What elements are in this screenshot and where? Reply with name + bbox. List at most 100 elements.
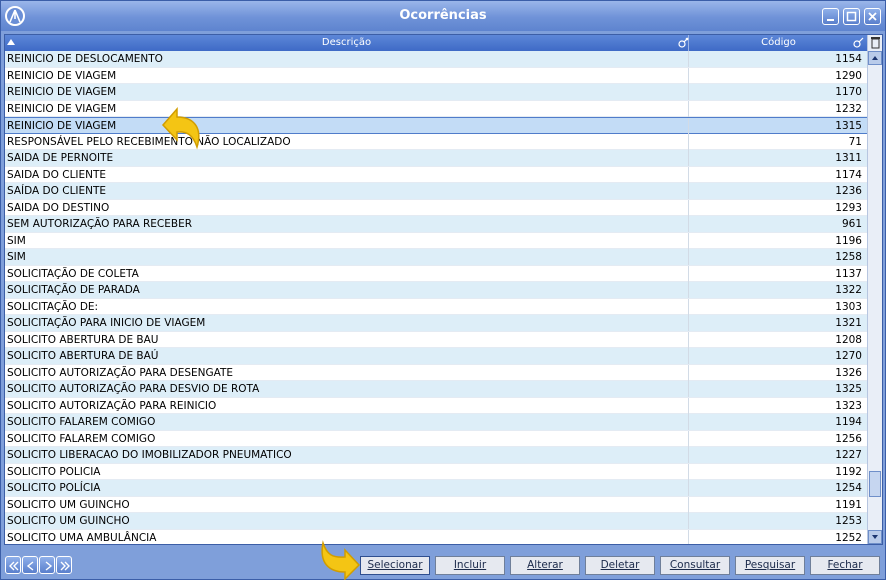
minimize-button[interactable] (822, 8, 839, 25)
cell-descricao: SOLICITO AUTORIZAÇÃO PARA DESVIO DE ROTA (7, 381, 689, 397)
table-row[interactable]: SOLICITO UM GUINCHO 1253 (5, 513, 867, 530)
maximize-button[interactable] (843, 8, 860, 25)
cell-codigo: 1322 (835, 284, 862, 296)
nav-first-button[interactable] (5, 556, 21, 574)
title-bar[interactable]: Ocorrências (1, 1, 885, 31)
cell-descricao: SOLICITO UM GUINCHO (7, 513, 689, 529)
cell-descricao: SOLICITO AUTORIZAÇÃO PARA DESENGATE (7, 364, 689, 381)
cell-descricao: SOLICITAÇÃO PARA INICIO DE VIAGEM (7, 315, 689, 331)
table-row[interactable]: SOLICITO UM GUINCHO 1191 (5, 496, 867, 513)
table-row[interactable]: SOLICITO AUTORIZAÇÃO PARA DESENGATE 1326 (5, 364, 867, 381)
consultar-button[interactable]: Consultar (660, 556, 730, 575)
filter-icon[interactable] (677, 37, 689, 49)
cell-codigo: 961 (841, 218, 862, 230)
nav-last-button[interactable] (56, 556, 72, 574)
scroll-thumb[interactable] (869, 471, 881, 497)
sort-asc-icon[interactable] (7, 39, 15, 45)
double-chevron-right-icon (60, 561, 70, 571)
cell-codigo: 1256 (835, 432, 862, 445)
table-row[interactable]: SIM 1196 (5, 232, 867, 249)
cell-codigo: 1174 (835, 168, 862, 181)
window-title: Ocorrências (399, 8, 487, 23)
cell-descricao: REINICIO DE VIAGEM (7, 67, 689, 84)
cell-codigo: 1325 (835, 383, 862, 395)
table-row[interactable]: REINICIO DE VIAGEM 1315 (5, 117, 867, 134)
column-header-codigo[interactable]: Código (690, 35, 867, 51)
pointer-arrow-icon (321, 540, 361, 580)
table-row[interactable]: SOLICITO FALAREM COMIGO 1256 (5, 430, 867, 447)
column-header-codigo-label: Código (761, 37, 796, 48)
cell-descricao: SOLICITAÇÃO DE PARADA (7, 282, 689, 298)
cell-descricao: SAIDA DE PERNOITE (7, 150, 689, 166)
table-row[interactable]: SOLICITAÇÃO DE: 1303 (5, 298, 867, 315)
close-button[interactable] (864, 8, 881, 25)
table-row[interactable]: SOLICITO AUTORIZAÇÃO PARA REINICIO 1323 (5, 397, 867, 414)
cell-descricao: SOLICITO FALAREM COMIGO (7, 414, 689, 430)
scroll-down-button[interactable] (868, 530, 882, 544)
nav-previous-button[interactable] (22, 556, 38, 574)
cell-codigo: 1323 (835, 399, 862, 412)
alterar-button[interactable]: Alterar (510, 556, 580, 575)
triangle-right-icon (45, 561, 53, 571)
fechar-button[interactable]: Fechar (810, 556, 880, 575)
cell-codigo: 1154 (835, 53, 862, 65)
ocorrencias-grid[interactable]: Descrição Código REINICIO DE DESLOCAMENT… (4, 34, 883, 545)
table-row[interactable]: SOLICITO FALAREM COMIGO 1194 (5, 414, 867, 431)
cell-descricao: SOLICITO POLÍCIA (7, 480, 689, 496)
cell-codigo: 1236 (835, 185, 862, 197)
table-row[interactable]: SEM AUTORIZAÇÃO PARA RECEBER 961 (5, 216, 867, 233)
deletar-button[interactable]: Deletar (585, 556, 655, 575)
table-row[interactable]: SOLICITO UMA AMBULÂNCIA 1252 (5, 529, 867, 544)
triangle-left-icon (26, 561, 34, 571)
table-row[interactable]: REINICIO DE VIAGEM 1232 (5, 100, 867, 117)
selecionar-button[interactable]: Selecionar (360, 556, 430, 575)
column-header-descricao-label: Descrição (321, 37, 372, 48)
table-row[interactable]: SOLICITO POLÍCIA 1254 (5, 480, 867, 497)
filter-icon[interactable] (852, 37, 864, 49)
cell-descricao: SIM (7, 249, 689, 265)
table-row[interactable]: SOLICITO AUTORIZAÇÃO PARA DESVIO DE ROTA… (5, 381, 867, 398)
scroll-up-button[interactable] (868, 51, 882, 65)
cell-descricao: REINICIO DE VIAGEM (7, 118, 689, 134)
table-row[interactable]: SOLICITO LIBERACAO DO IMOBILIZADOR PNEUM… (5, 447, 867, 464)
pesquisar-button[interactable]: Pesquisar (735, 556, 805, 575)
cell-codigo: 1191 (835, 498, 862, 511)
cell-codigo: 1194 (835, 416, 862, 428)
cell-descricao: SOLICITO POLICIA (7, 463, 689, 480)
cell-codigo: 1252 (835, 531, 862, 544)
table-row[interactable]: SAÍDA DO CLIENTE 1236 (5, 183, 867, 200)
table-row[interactable]: SOLICITAÇÃO DE PARADA 1322 (5, 282, 867, 299)
table-row[interactable]: REINICIO DE DESLOCAMENTO 1154 (5, 51, 867, 68)
table-row[interactable]: REINICIO DE VIAGEM 1290 (5, 67, 867, 84)
table-row[interactable]: SOLICITO ABERTURA DE BAU 1208 (5, 331, 867, 348)
cell-codigo: 1293 (835, 201, 862, 214)
table-row[interactable]: SOLICITO POLICIA 1192 (5, 463, 867, 480)
column-header-descricao[interactable]: Descrição (5, 35, 689, 51)
vertical-scrollbar[interactable] (867, 35, 882, 544)
table-row[interactable]: REINICIO DE VIAGEM 1170 (5, 84, 867, 101)
table-row[interactable]: SAIDA DE PERNOITE 1311 (5, 150, 867, 167)
table-row[interactable]: SOLICITAÇÃO PARA INICIO DE VIAGEM 1321 (5, 315, 867, 332)
table-row[interactable]: SAIDA DO CLIENTE 1174 (5, 166, 867, 183)
grid-header: Descrição Código (5, 35, 867, 51)
double-chevron-left-icon (9, 561, 19, 571)
cell-codigo: 71 (848, 135, 862, 148)
cell-codigo: 1196 (835, 234, 862, 247)
cell-codigo: 1290 (835, 69, 862, 82)
cell-codigo: 1270 (835, 350, 862, 362)
table-row[interactable]: RESPONSÁVEL PELO RECEBIMENTO NÃO LOCALIZ… (5, 133, 867, 150)
incluir-button[interactable]: Incluir (435, 556, 505, 575)
nav-next-button[interactable] (39, 556, 55, 574)
cell-codigo: 1208 (835, 333, 862, 346)
table-row[interactable]: SIM 1258 (5, 249, 867, 266)
trash-icon[interactable] (870, 36, 881, 49)
table-row[interactable]: SAIDA DO DESTINO 1293 (5, 199, 867, 216)
cell-codigo: 1253 (835, 515, 862, 527)
table-row[interactable]: SOLICITAÇÃO DE COLETA 1137 (5, 265, 867, 282)
cell-descricao: SEM AUTORIZAÇÃO PARA RECEBER (7, 216, 689, 232)
cell-descricao: SAIDA DO DESTINO (7, 199, 689, 216)
table-row[interactable]: SOLICITO ABERTURA DE BAÚ 1270 (5, 348, 867, 365)
cell-codigo: 1137 (835, 267, 862, 280)
cell-descricao: SAÍDA DO CLIENTE (7, 183, 689, 199)
cell-codigo: 1258 (835, 251, 862, 263)
